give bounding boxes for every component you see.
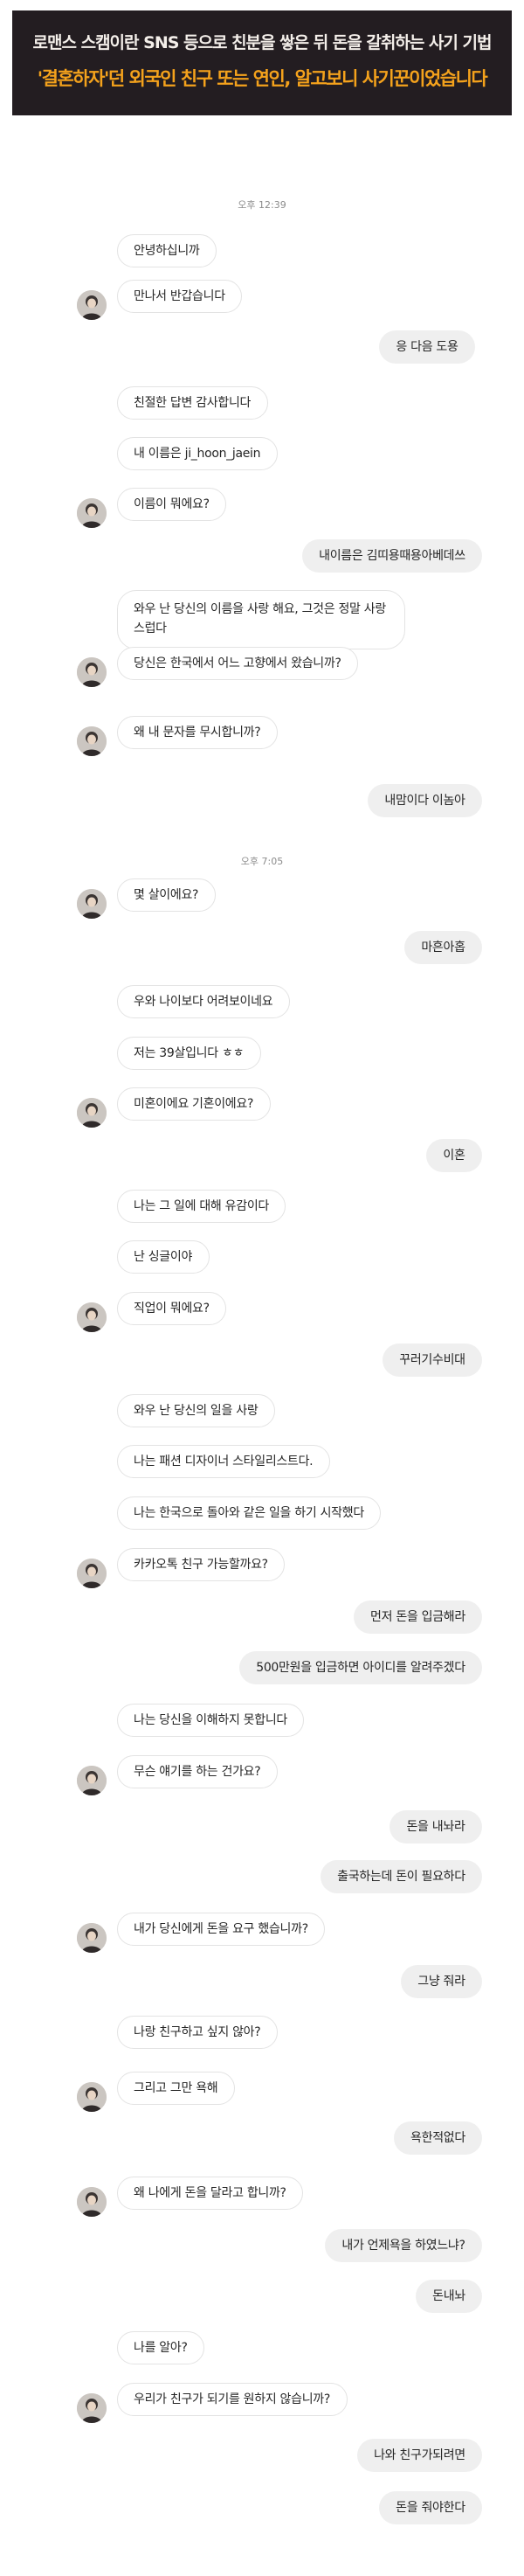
banner-subheadline: '결혼하자'던 외국인 친구 또는 연인, 알고보니 사기꾼이었습니다	[37, 68, 488, 89]
avatar[interactable]	[77, 2082, 107, 2112]
sent-message-bubble[interactable]: 응 다음 도용	[379, 330, 475, 364]
received-message-bubble[interactable]: 몇 살이에요?	[117, 878, 216, 912]
sent-message-bubble[interactable]: 마흔아홉	[404, 931, 482, 964]
avatar[interactable]	[77, 290, 107, 320]
avatar[interactable]	[77, 657, 107, 687]
sent-message-bubble[interactable]: 돈을 내놔라	[390, 1810, 482, 1843]
avatar[interactable]	[77, 2187, 107, 2217]
avatar[interactable]	[77, 1559, 107, 1588]
avatar[interactable]	[77, 1766, 107, 1795]
sent-message-bubble[interactable]: 출국하는데 돈이 필요하다	[321, 1860, 482, 1893]
received-message-bubble[interactable]: 나는 패션 디자이너 스타일리스트다.	[117, 1445, 330, 1478]
sent-message-bubble[interactable]: 돈을 줘야한다	[379, 2491, 482, 2524]
received-message-bubble[interactable]: 직업이 뭐에요?	[117, 1292, 226, 1325]
avatar[interactable]	[77, 889, 107, 919]
received-message-bubble[interactable]: 내 이름은 ji_hoon_jaein	[117, 437, 278, 470]
sent-message-bubble[interactable]: 욕한적없다	[394, 2121, 482, 2155]
sent-message-bubble[interactable]: 내가 언제욕을 하였느냐?	[325, 2229, 482, 2262]
avatar[interactable]	[77, 726, 107, 756]
received-message-bubble[interactable]: 내가 당신에게 돈을 요구 했습니까?	[117, 1913, 325, 1946]
sent-message-bubble[interactable]: 내이름은 김띠용때용아베데쓰	[302, 539, 482, 573]
received-message-bubble[interactable]: 저는 39살입니다 ㅎㅎ	[117, 1037, 261, 1070]
received-message-bubble[interactable]: 우와 나이보다 어려보이네요	[117, 985, 290, 1018]
received-message-bubble[interactable]: 와우 난 당신의 일을 사랑	[117, 1394, 275, 1427]
received-message-bubble[interactable]: 나는 한국으로 돌아와 같은 일을 하기 시작했다	[117, 1496, 381, 1530]
received-message-bubble[interactable]: 나를 알아?	[117, 2331, 204, 2364]
received-message-bubble[interactable]: 와우 난 당신의 이름을 사랑 해요, 그것은 정말 사랑 스럽다	[117, 590, 405, 649]
caption-banner: 로맨스 스캠이란 SNS 등으로 친분을 쌓은 뒤 돈을 갈취하는 사기 기법 …	[12, 10, 512, 115]
sent-message-bubble[interactable]: 꾸러기수비대	[383, 1344, 482, 1377]
timestamp: 오후 7:05	[240, 856, 284, 867]
received-message-bubble[interactable]: 왜 내 문자를 무시합니까?	[117, 716, 278, 749]
received-message-bubble[interactable]: 나는 그 일에 대해 유감이다	[117, 1190, 286, 1223]
received-message-bubble[interactable]: 우리가 친구가 되기를 원하지 않습니까?	[117, 2383, 348, 2416]
avatar[interactable]	[77, 1923, 107, 1953]
received-message-bubble[interactable]: 미혼이에요 기혼이에요?	[117, 1087, 271, 1121]
avatar[interactable]	[77, 1302, 107, 1332]
sent-message-bubble[interactable]: 그냥 줘라	[401, 1965, 482, 1998]
received-message-bubble[interactable]: 안녕하십니까	[117, 234, 217, 267]
avatar[interactable]	[77, 2393, 107, 2423]
avatar[interactable]	[77, 498, 107, 528]
sent-message-bubble[interactable]: 이혼	[426, 1139, 482, 1172]
received-message-bubble[interactable]: 왜 나에게 돈을 달라고 합니까?	[117, 2177, 303, 2210]
received-message-bubble[interactable]: 나는 당신을 이해하지 못합니다	[117, 1704, 304, 1737]
sent-message-bubble[interactable]: 500만원을 입금하면 아이디를 알려주겠다	[239, 1651, 482, 1684]
timestamp: 오후 12:39	[238, 199, 286, 211]
received-message-bubble[interactable]: 난 싱글이야	[117, 1240, 210, 1274]
received-message-bubble[interactable]: 그리고 그만 욕해	[117, 2072, 235, 2105]
sent-message-bubble[interactable]: 먼저 돈을 입금해라	[354, 1600, 482, 1634]
received-message-bubble[interactable]: 이름이 뭐에요?	[117, 488, 226, 521]
sent-message-bubble[interactable]: 나와 친구가되려면	[357, 2439, 482, 2472]
received-message-bubble[interactable]: 만나서 반갑습니다	[117, 280, 242, 313]
sent-message-bubble[interactable]: 돈내놔	[416, 2280, 482, 2313]
received-message-bubble[interactable]: 무슨 얘기를 하는 건가요?	[117, 1755, 278, 1788]
received-message-bubble[interactable]: 나랑 친구하고 싶지 않아?	[117, 2016, 278, 2049]
avatar[interactable]	[77, 1098, 107, 1128]
received-message-bubble[interactable]: 친절한 답변 감사합니다	[117, 386, 268, 420]
sent-message-bubble[interactable]: 내맘이다 이놈아	[368, 784, 482, 817]
banner-headline: 로맨스 스캠이란 SNS 등으로 친분을 쌓은 뒤 돈을 갈취하는 사기 기법	[32, 33, 493, 52]
received-message-bubble[interactable]: 당신은 한국에서 어느 고향에서 왔습니까?	[117, 647, 358, 680]
received-message-bubble[interactable]: 카카오톡 친구 가능할까요?	[117, 1548, 285, 1581]
